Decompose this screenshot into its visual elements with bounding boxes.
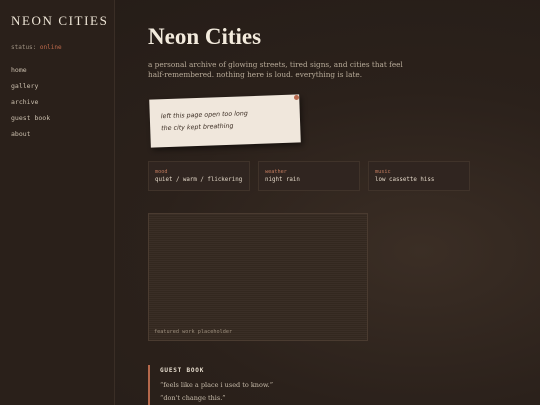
- guest-book-title: GUEST BOOK: [160, 367, 205, 374]
- nav-item-home[interactable]: home: [11, 65, 50, 81]
- guest-book-entry: “feels like a place i used to know.”: [160, 381, 274, 389]
- nav-menu: home gallery archive guest book about: [11, 65, 50, 145]
- note-line-2: the city kept breathing: [161, 122, 234, 133]
- nav-item-about[interactable]: about: [11, 129, 50, 145]
- page-title: Neon Cities: [148, 24, 262, 49]
- nav-item-gallery[interactable]: gallery: [11, 81, 50, 97]
- sticky-note: left this page open too long the city ke…: [149, 94, 301, 148]
- nav-item-guest-book[interactable]: guest book: [11, 113, 50, 129]
- status-value: online: [39, 44, 62, 51]
- info-card-key: weather: [265, 169, 287, 175]
- info-card-value: quiet / warm / flickering: [155, 177, 243, 183]
- note-line-1: left this page open too long: [160, 110, 248, 121]
- guest-book-entry: “don't change this.”: [160, 394, 226, 402]
- status-line: status: online: [11, 44, 62, 51]
- info-card-music: music low cassette hiss: [368, 161, 470, 191]
- sidebar: NEON CITIES status: online home gallery …: [0, 0, 115, 405]
- pin-icon: [294, 95, 299, 100]
- info-card-value: night rain: [265, 177, 300, 183]
- placeholder-caption: featured work placeholder: [154, 329, 233, 335]
- guest-book-section: GUEST BOOK “feels like a place i used to…: [148, 365, 350, 405]
- main-content: Neon Cities a personal archive of glowin…: [114, 0, 540, 405]
- site-title[interactable]: NEON CITIES: [11, 13, 108, 29]
- status-label: status:: [11, 44, 37, 51]
- page-subtitle: a personal archive of glowing streets, t…: [148, 60, 403, 79]
- info-card-key: music: [375, 169, 391, 175]
- featured-work-placeholder: featured work placeholder: [148, 213, 368, 341]
- info-card-value: low cassette hiss: [375, 177, 435, 183]
- info-card-mood: mood quiet / warm / flickering: [148, 161, 250, 191]
- info-card-weather: weather night rain: [258, 161, 360, 191]
- nav-item-archive[interactable]: archive: [11, 97, 50, 113]
- info-card-key: mood: [155, 169, 168, 175]
